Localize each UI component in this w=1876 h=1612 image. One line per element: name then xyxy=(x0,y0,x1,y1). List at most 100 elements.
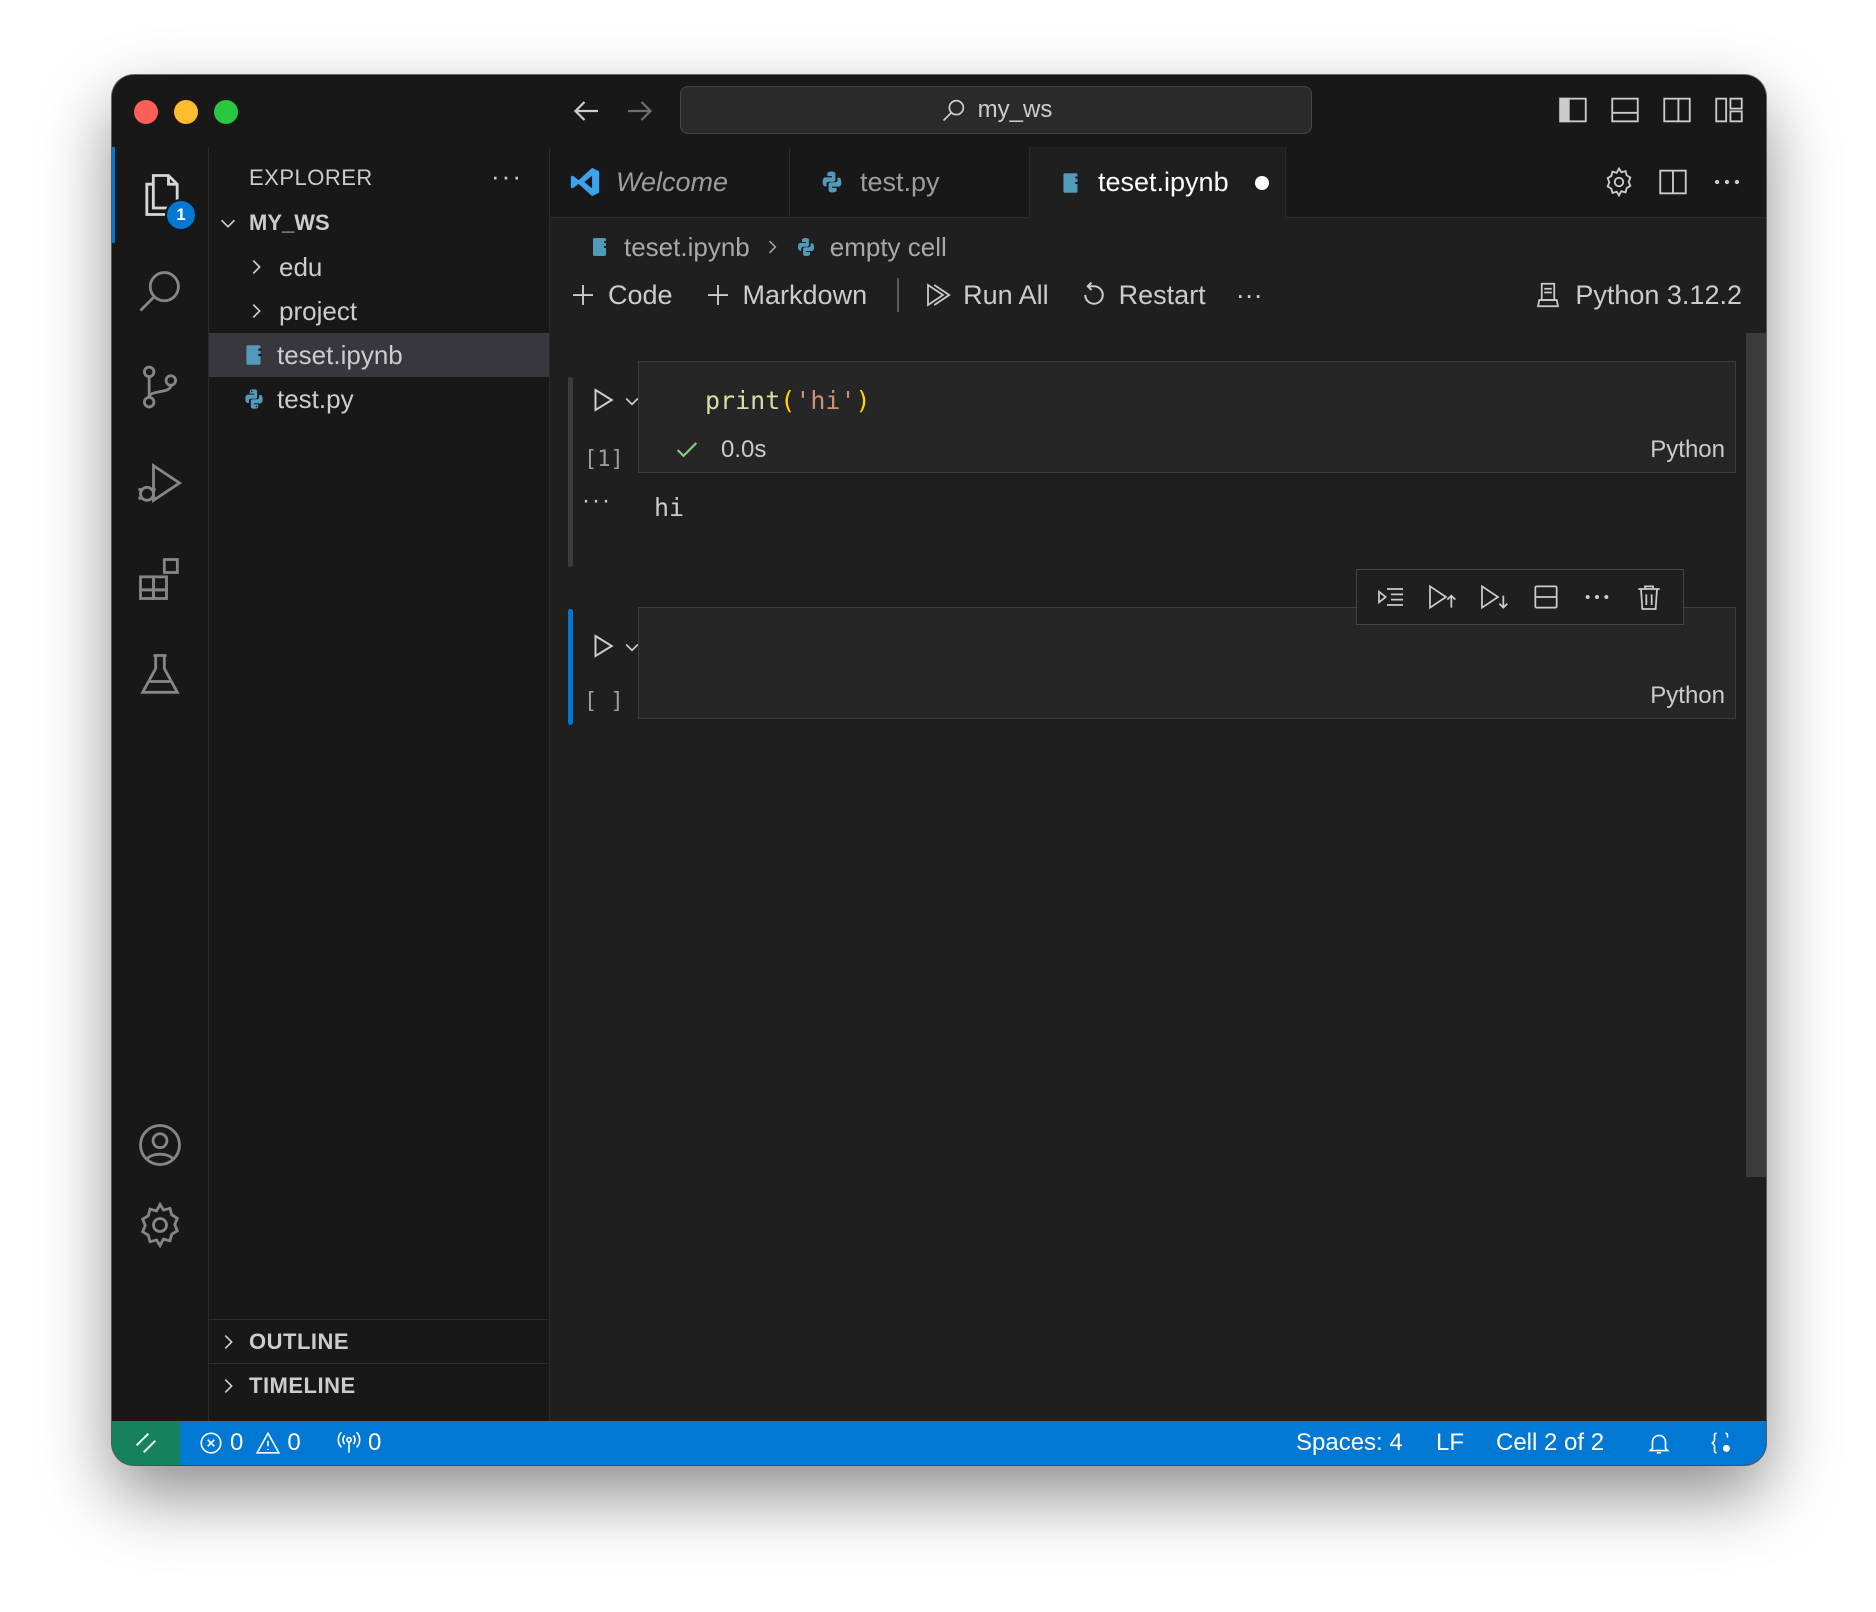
tree-item-teset-ipynb[interactable]: teset.ipynb xyxy=(209,333,549,377)
tree-item-edu[interactable]: edu xyxy=(209,245,549,289)
cell-1-code[interactable]: print('hi') xyxy=(705,386,871,415)
notebook-icon xyxy=(1063,172,1079,193)
run-all-label: Run All xyxy=(963,279,1049,310)
add-code-label: Code xyxy=(608,279,673,310)
timeline-label: TIMELINE xyxy=(249,1373,356,1398)
chevron-right-icon xyxy=(768,240,777,254)
gear-icon xyxy=(140,1201,180,1249)
maximize-window-button[interactable] xyxy=(214,100,238,124)
bell-icon xyxy=(1648,1434,1670,1454)
tab-label: teset.ipynb xyxy=(1098,167,1229,197)
close-window-button[interactable] xyxy=(134,100,158,124)
editor-scrollbar[interactable] xyxy=(1746,333,1766,1177)
cell-2-rail[interactable] xyxy=(568,609,573,725)
cell-2-language[interactable]: Python xyxy=(1650,682,1725,710)
trash-icon[interactable] xyxy=(1633,581,1665,613)
execute-below-icon[interactable] xyxy=(1478,581,1510,613)
split-cell-icon[interactable] xyxy=(1530,581,1562,613)
activity-manage[interactable] xyxy=(112,1177,208,1273)
explorer-more-actions[interactable]: ··· xyxy=(491,161,523,192)
chevron-down-icon xyxy=(220,219,236,228)
arrow-right-icon[interactable] xyxy=(622,93,658,129)
code-string: 'hi' xyxy=(795,386,856,415)
more-actions-icon[interactable] xyxy=(1710,165,1744,199)
tab-label: Welcome xyxy=(616,166,729,197)
vscode-window: my_ws 1 EXPLORER ··· MY_WS edu project t… xyxy=(112,75,1766,1465)
language-status-button[interactable] xyxy=(1708,1421,1734,1465)
breadcrumb-cell[interactable]: empty cell xyxy=(830,232,947,263)
run-by-line-icon[interactable] xyxy=(1375,581,1407,613)
cell-1-rail[interactable] xyxy=(568,377,573,567)
run-all-button[interactable]: Run All xyxy=(923,280,1049,311)
toggle-secondary-sidebar-icon[interactable] xyxy=(1660,93,1694,127)
ports-indicator[interactable]: 0 xyxy=(336,1421,381,1465)
activity-testing[interactable] xyxy=(112,627,208,723)
tree-item-label: edu xyxy=(279,251,323,282)
tree-item-label: teset.ipynb xyxy=(277,339,403,370)
activity-source-control[interactable] xyxy=(112,339,208,435)
cell-1-language[interactable]: Python xyxy=(1650,436,1725,464)
vscode-icon xyxy=(570,167,600,197)
gear-icon[interactable] xyxy=(1602,165,1636,199)
tab-teset-ipynb[interactable]: teset.ipynb xyxy=(1030,147,1286,218)
indentation-indicator[interactable]: Spaces: 4 xyxy=(1296,1421,1403,1465)
breadcrumb: teset.ipynb empty cell xyxy=(588,227,947,267)
run-all-icon xyxy=(927,283,951,307)
status-bar: 0 0 0 Spaces: 4 LF Cell 2 of 2 xyxy=(112,1421,1766,1465)
layout-controls xyxy=(1556,93,1746,127)
add-code-cell-button[interactable]: Code xyxy=(568,280,673,311)
activity-extensions[interactable] xyxy=(112,531,208,627)
python-icon xyxy=(797,238,814,256)
activity-bar: 1 xyxy=(112,147,209,1421)
cell-position-indicator[interactable]: Cell 2 of 2 xyxy=(1496,1421,1604,1465)
restart-kernel-button[interactable]: Restart xyxy=(1079,280,1206,311)
outline-section[interactable]: OUTLINE xyxy=(209,1319,549,1364)
kernel-picker[interactable]: Python 3.12.2 xyxy=(1533,280,1742,311)
workspace-root[interactable]: MY_WS xyxy=(209,201,549,245)
execute-above-icon[interactable] xyxy=(1426,581,1458,613)
timeline-section[interactable]: TIMELINE xyxy=(209,1363,549,1408)
extensions-icon xyxy=(139,558,179,600)
cell-1-editor[interactable]: print('hi') 0.0s Python xyxy=(638,361,1736,473)
tree-item-project[interactable]: project xyxy=(209,289,549,333)
activity-explorer[interactable]: 1 xyxy=(112,147,208,243)
tab-test-py[interactable]: test.py xyxy=(790,147,1030,217)
remote-icon xyxy=(136,1433,156,1453)
unsaved-dot-icon[interactable] xyxy=(1254,175,1269,190)
output-more-actions[interactable]: ··· xyxy=(582,487,612,515)
problems-indicator[interactable]: 0 0 xyxy=(198,1421,301,1465)
tree-item-test-py[interactable]: test.py xyxy=(209,377,549,421)
breadcrumb-file[interactable]: teset.ipynb xyxy=(624,232,750,263)
more-actions-icon[interactable] xyxy=(1581,581,1613,613)
braces-icon xyxy=(1711,1432,1730,1454)
toggle-primary-sidebar-icon[interactable] xyxy=(1556,93,1590,127)
checkmark-icon xyxy=(676,442,698,458)
remote-indicator[interactable] xyxy=(112,1421,180,1465)
command-center-search[interactable]: my_ws xyxy=(680,86,1312,134)
code-paren-open: ( xyxy=(780,386,796,415)
chevron-right-icon xyxy=(224,1334,233,1350)
restart-icon xyxy=(1083,281,1104,305)
tab-welcome[interactable]: Welcome xyxy=(550,147,790,217)
toolbar-more-button[interactable]: ··· xyxy=(1236,280,1263,311)
run-cell-icon[interactable] xyxy=(588,631,618,661)
customize-layout-icon[interactable] xyxy=(1712,93,1746,127)
explorer-sidebar: EXPLORER ··· MY_WS edu project teset.ipy… xyxy=(209,147,550,1421)
notifications-button[interactable] xyxy=(1646,1421,1672,1465)
notebook-toolbar: Code Markdown Run All Restart ··· Python… xyxy=(568,271,1742,319)
run-cell-icon[interactable] xyxy=(588,385,618,415)
arrow-left-icon[interactable] xyxy=(568,93,604,129)
beaker-icon xyxy=(140,654,180,694)
search-icon xyxy=(942,99,964,122)
activity-run-debug[interactable] xyxy=(112,435,208,531)
account-icon xyxy=(139,1124,181,1166)
code-function: print xyxy=(705,386,781,415)
split-editor-icon[interactable] xyxy=(1656,165,1690,199)
toolbar-divider xyxy=(897,278,900,312)
eol-indicator[interactable]: LF xyxy=(1436,1421,1464,1465)
outline-label: OUTLINE xyxy=(249,1329,350,1354)
add-markdown-cell-button[interactable]: Markdown xyxy=(703,280,867,311)
minimize-window-button[interactable] xyxy=(174,100,198,124)
toggle-panel-icon[interactable] xyxy=(1608,93,1642,127)
activity-search[interactable] xyxy=(112,243,208,339)
